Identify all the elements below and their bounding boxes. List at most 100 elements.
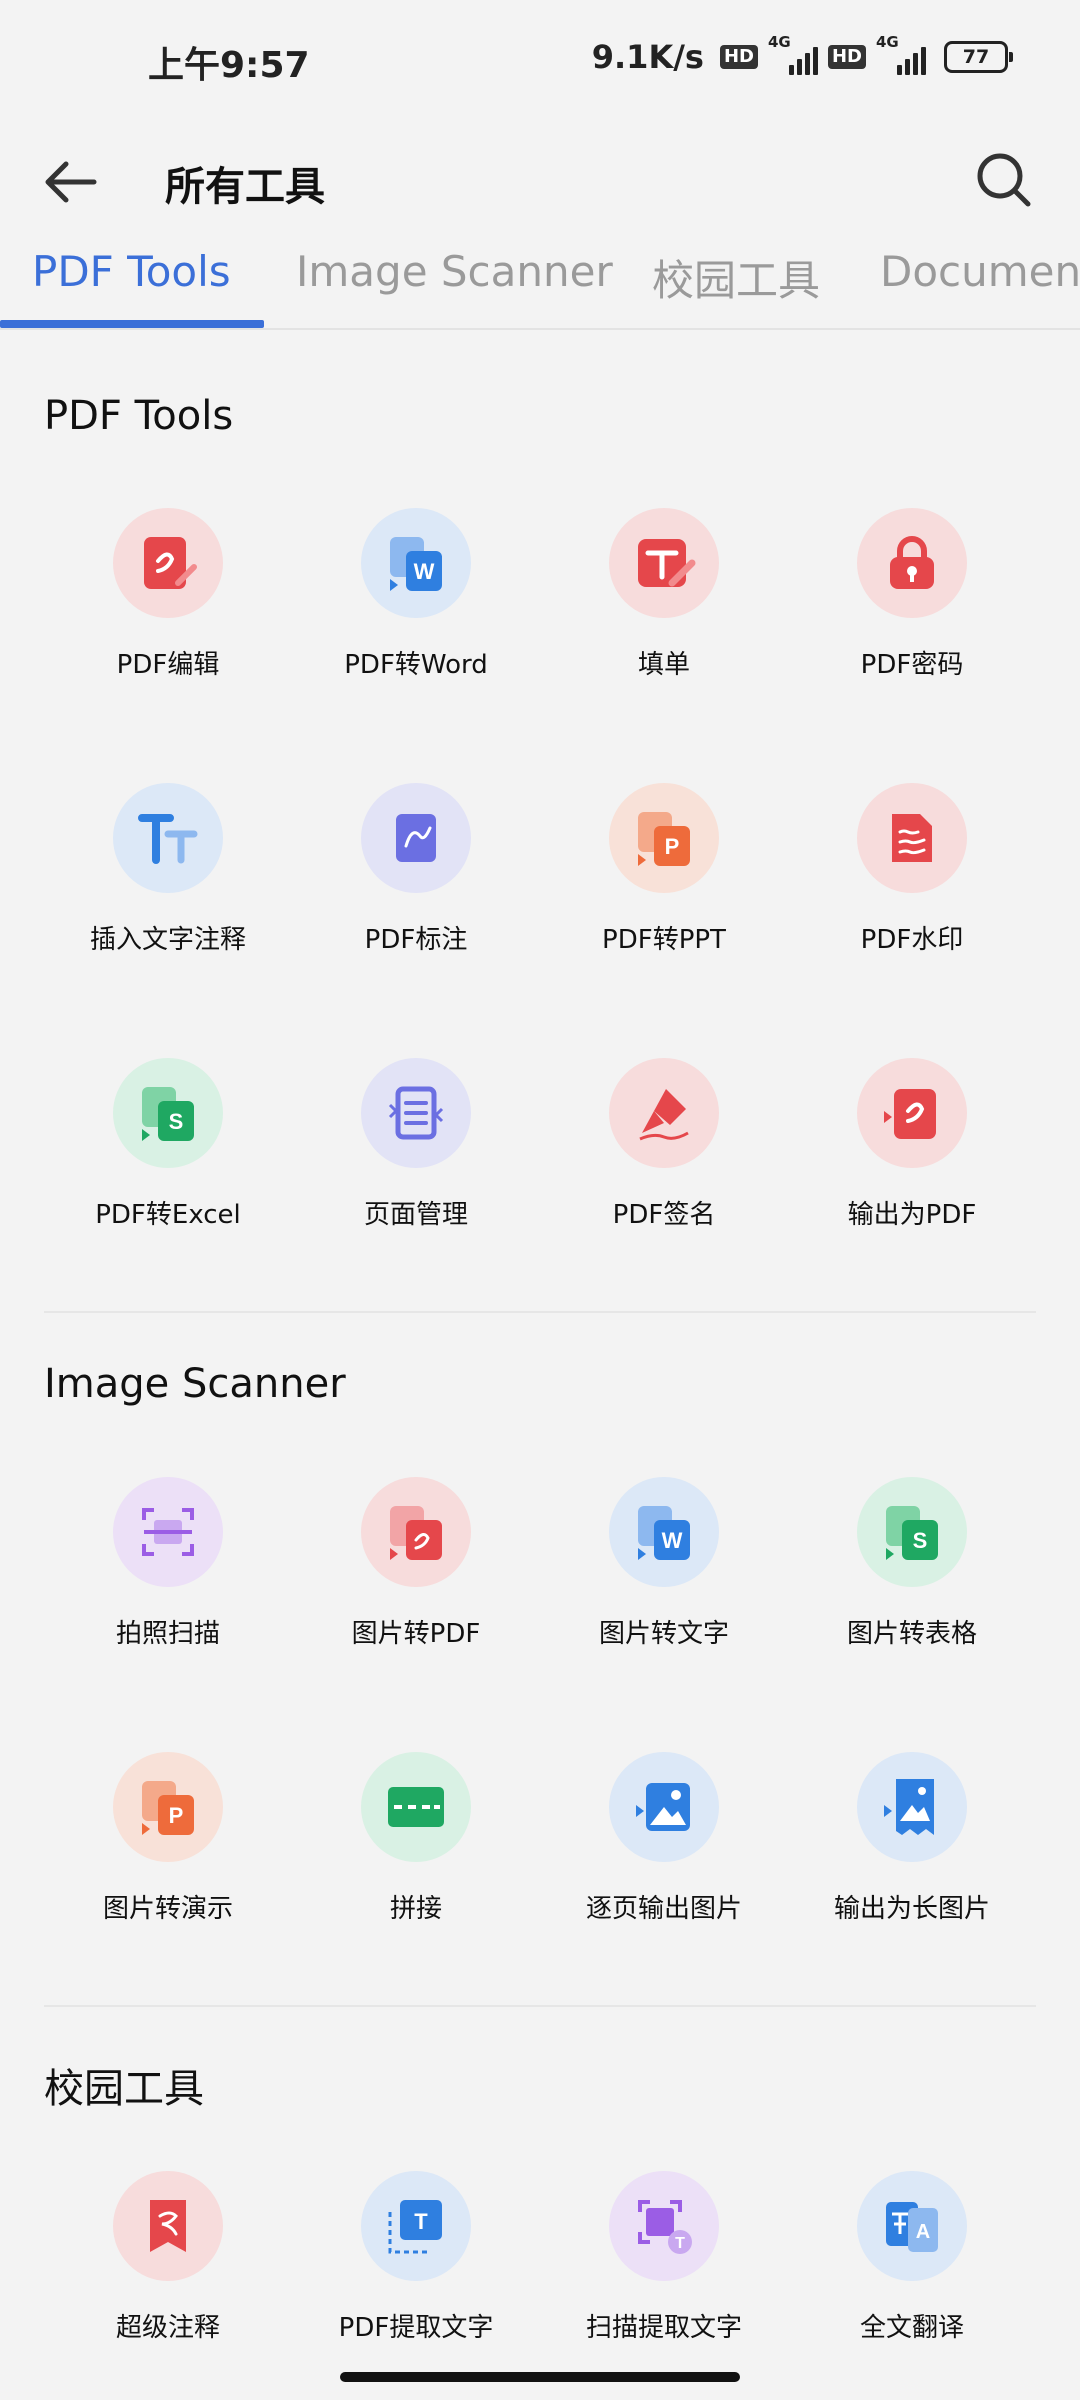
- tool-pdf-signature[interactable]: PDF签名: [540, 1058, 788, 1278]
- image-to-text-icon: W: [609, 1477, 719, 1587]
- home-indicator[interactable]: [340, 2372, 740, 2382]
- pdf-edit-icon: [113, 508, 223, 618]
- tool-label: PDF水印: [860, 925, 964, 955]
- signal-icon: 4G: [768, 33, 818, 75]
- tab-indicator: [0, 320, 264, 328]
- page-title: 所有工具: [165, 164, 325, 210]
- tab-bar: PDF Tools Image Scanner 校园工具 Document: [0, 235, 1080, 330]
- tool-image-to-pdf[interactable]: 图片转PDF: [292, 1477, 540, 1697]
- tool-stitch[interactable]: 拼接: [292, 1752, 540, 1972]
- tool-pdf-watermark[interactable]: PDF水印: [788, 783, 1036, 1003]
- pdf-to-excel-icon: S: [113, 1058, 223, 1168]
- tool-label: 全文翻译: [859, 2313, 964, 2343]
- tool-image-to-slides[interactable]: P 图片转演示: [44, 1752, 292, 1972]
- status-bar: 上午9:57 9.1K/s HD 4G HD 4G 77: [0, 0, 1080, 120]
- tool-label: 输出为长图片: [833, 1894, 990, 1924]
- network-type: 4G: [767, 33, 791, 51]
- status-time: 上午9:57: [148, 45, 310, 86]
- tool-label: PDF转Excel: [95, 1200, 241, 1230]
- pdf-extract-text-icon: T: [361, 2171, 471, 2281]
- translate-icon: A: [857, 2171, 967, 2281]
- tool-pdf-markup[interactable]: PDF标注: [292, 783, 540, 1003]
- battery-level: 77: [962, 46, 990, 68]
- section-divider: [44, 2005, 1036, 2007]
- tool-label: PDF提取文字: [338, 2313, 494, 2343]
- svg-text:A: A: [916, 2221, 930, 2243]
- svg-text:P: P: [169, 1803, 184, 1828]
- tool-export-pdf[interactable]: 输出为PDF: [788, 1058, 1036, 1278]
- tool-label: PDF转Word: [344, 650, 488, 680]
- export-long-image-icon: [857, 1752, 967, 1862]
- svg-text:W: W: [414, 559, 435, 584]
- back-button[interactable]: [40, 150, 104, 214]
- section-title-campus-tools: 校园工具: [44, 2066, 204, 2112]
- tool-pdf-to-excel[interactable]: S PDF转Excel: [44, 1058, 292, 1278]
- section-title-pdf-tools: PDF Tools: [44, 393, 234, 439]
- hd-badge: HD: [719, 45, 758, 69]
- tool-pdf-to-ppt[interactable]: P PDF转PPT: [540, 783, 788, 1003]
- tool-label: 图片转PDF: [351, 1619, 481, 1649]
- stitch-icon: [361, 1752, 471, 1862]
- tool-label: 输出为PDF: [847, 1200, 977, 1230]
- tool-label: 拼接: [389, 1894, 442, 1924]
- tool-super-note[interactable]: 超级注释: [44, 2171, 292, 2391]
- tool-image-to-sheet[interactable]: S 图片转表格: [788, 1477, 1036, 1697]
- image-to-sheet-icon: S: [857, 1477, 967, 1587]
- tool-label: 图片转文字: [598, 1619, 729, 1649]
- tool-label: 图片转演示: [102, 1894, 233, 1924]
- watermark-icon: [857, 783, 967, 893]
- tool-label: 图片转表格: [846, 1619, 977, 1649]
- section-divider: [44, 1311, 1036, 1313]
- tool-pdf-edit[interactable]: PDF编辑: [44, 508, 292, 728]
- tab-document[interactable]: Document: [880, 247, 1080, 296]
- tool-scan-extract-text[interactable]: T 扫描提取文字: [540, 2171, 788, 2391]
- section-title-image-scanner: Image Scanner: [44, 1361, 346, 1407]
- tool-label: PDF编辑: [116, 650, 220, 680]
- svg-text:T: T: [675, 2235, 685, 2252]
- battery-icon: 77: [944, 41, 1013, 73]
- tool-label: 页面管理: [363, 1200, 468, 1230]
- text-annotation-icon: [113, 783, 223, 893]
- tool-pdf-to-word[interactable]: W PDF转Word: [292, 508, 540, 728]
- tool-page-manage[interactable]: 页面管理: [292, 1058, 540, 1278]
- tool-label: 填单: [637, 650, 690, 680]
- tool-label: 插入文字注释: [89, 925, 246, 955]
- tool-pdf-extract-text[interactable]: T PDF提取文字: [292, 2171, 540, 2391]
- tool-label: 拍照扫描: [115, 1619, 220, 1649]
- tab-campus-tools[interactable]: 校园工具: [652, 247, 820, 308]
- status-indicators: 9.1K/s HD 4G HD 4G 77: [592, 33, 1013, 76]
- svg-text:W: W: [662, 1528, 683, 1553]
- scan-extract-text-icon: T: [609, 2171, 719, 2281]
- tool-translate[interactable]: A 全文翻译: [788, 2171, 1036, 2391]
- back-arrow-icon: [45, 161, 97, 203]
- tool-export-long-image[interactable]: 输出为长图片: [788, 1752, 1036, 1972]
- tool-fill-form[interactable]: 填单: [540, 508, 788, 728]
- tool-image-to-text[interactable]: W 图片转文字: [540, 1477, 788, 1697]
- search-button[interactable]: [972, 148, 1036, 212]
- super-note-icon: [113, 2171, 223, 2281]
- pdf-to-ppt-icon: P: [609, 783, 719, 893]
- pdf-to-word-icon: W: [361, 508, 471, 618]
- tool-pdf-password[interactable]: PDF密码: [788, 508, 1036, 728]
- tab-image-scanner[interactable]: Image Scanner: [296, 247, 613, 296]
- hd-badge-2: HD: [827, 45, 866, 69]
- search-icon: [977, 153, 1031, 207]
- page-manage-icon: [361, 1058, 471, 1168]
- signature-pen-icon: [609, 1058, 719, 1168]
- svg-text:S: S: [913, 1528, 928, 1553]
- tool-label: PDF标注: [364, 925, 468, 955]
- tool-export-pages-image[interactable]: 逐页输出图片: [540, 1752, 788, 1972]
- lock-icon: [857, 508, 967, 618]
- signal-icon-2: 4G: [876, 33, 926, 75]
- image-to-pdf-icon: [361, 1477, 471, 1587]
- tab-pdf-tools[interactable]: PDF Tools: [32, 247, 231, 296]
- pdf-markup-icon: [361, 783, 471, 893]
- tool-text-annotation[interactable]: 插入文字注释: [44, 783, 292, 1003]
- tool-label: PDF签名: [612, 1200, 716, 1230]
- tool-label: PDF密码: [860, 650, 964, 680]
- tool-label: 超级注释: [115, 2313, 220, 2343]
- tool-photo-scan[interactable]: 拍照扫描: [44, 1477, 292, 1697]
- tool-label: 扫描提取文字: [585, 2313, 742, 2343]
- export-pdf-icon: [857, 1058, 967, 1168]
- svg-text:P: P: [665, 834, 680, 859]
